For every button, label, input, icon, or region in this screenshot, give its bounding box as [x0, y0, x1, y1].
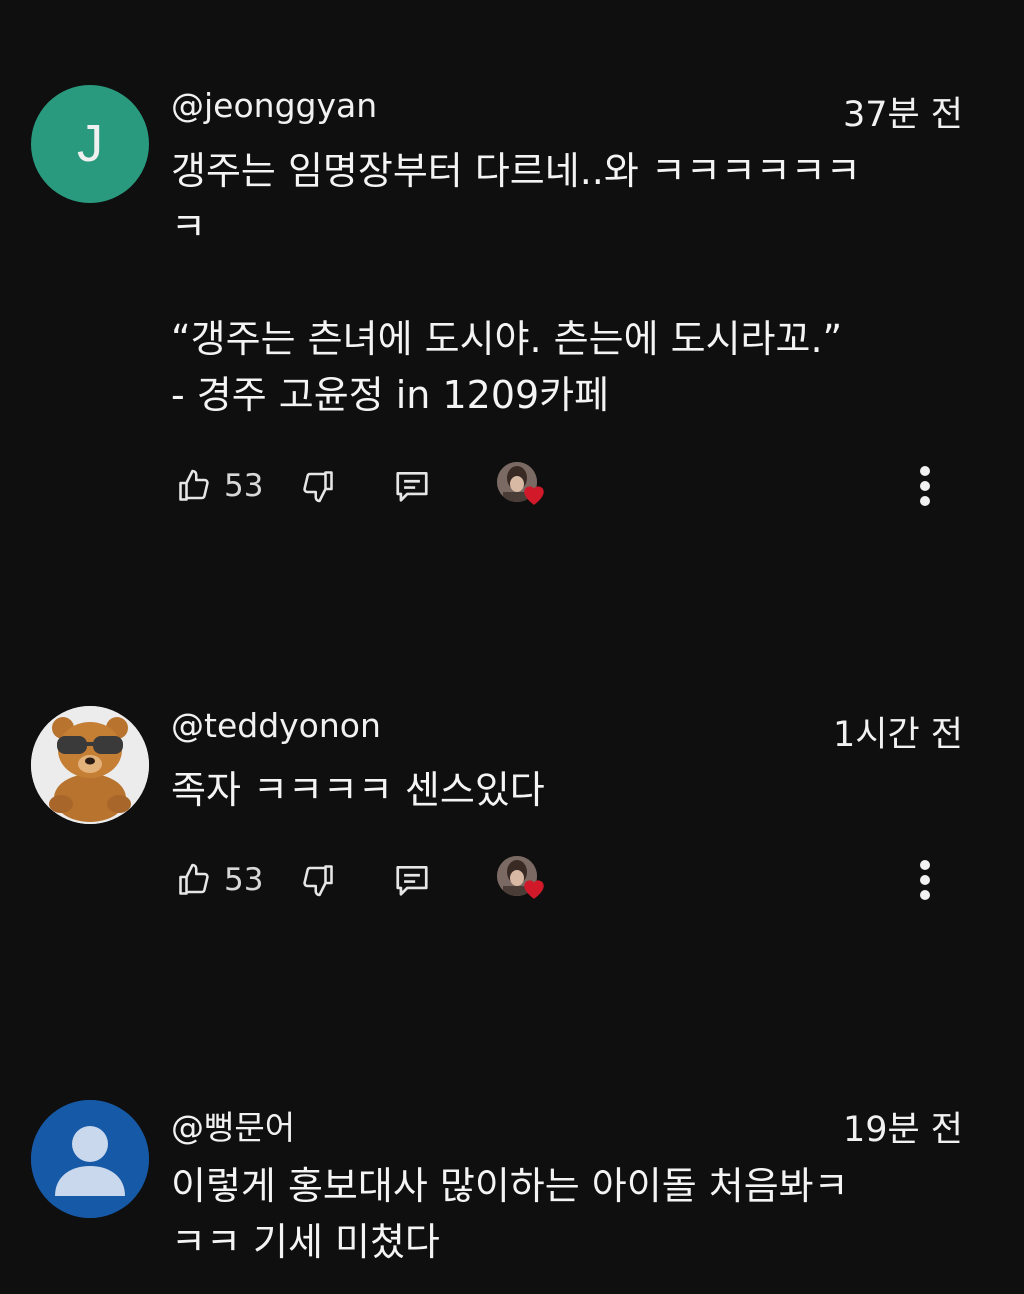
- reply-icon: [396, 865, 428, 896]
- comment-text: 갱주는 임명장부터 다르네..와 ㅋㅋㅋㅋㅋㅋ ㅋ “갱주는 츤녀에 도시야. …: [171, 143, 971, 423]
- thumb-up-icon: [179, 863, 209, 895]
- like-button[interactable]: 53: [176, 850, 263, 910]
- comment-line: 족자 ㅋㅋㅋㅋ 센스있다: [171, 768, 545, 812]
- reply-icon: [396, 471, 428, 502]
- comment-line: - 경주 고윤정 in 1209카페: [171, 373, 610, 417]
- comment-timestamp[interactable]: 1시간 전: [833, 706, 963, 757]
- avatar[interactable]: [31, 1100, 149, 1218]
- comment-timestamp[interactable]: 19분 전: [843, 1101, 963, 1152]
- more-vert-icon: [920, 860, 930, 900]
- comment-actions: 53: [171, 456, 971, 516]
- avatar[interactable]: J: [31, 85, 149, 203]
- teddy-bear-avatar-image: [31, 706, 149, 824]
- more-options-button[interactable]: [911, 850, 939, 910]
- reply-button[interactable]: [393, 850, 431, 910]
- comment-timestamp[interactable]: 37분 전: [843, 86, 963, 137]
- creator-heart[interactable]: [497, 456, 557, 516]
- thumb-down-icon: [303, 865, 333, 897]
- more-options-button[interactable]: [911, 456, 939, 516]
- comment-line: 이렇게 홍보대사 많이하는 아이돌 처음봐ㅋ: [171, 1164, 849, 1208]
- comment-actions: 53: [171, 850, 971, 910]
- thumb-up-icon: [179, 469, 209, 501]
- creator-heart-icon: [524, 880, 544, 899]
- comment-line: 갱주는 임명장부터 다르네..와 ㅋㅋㅋㅋㅋㅋ: [171, 149, 861, 193]
- like-count: 53: [224, 468, 264, 504]
- comment-text: 족자 ㅋㅋㅋㅋ 센스있다: [171, 762, 971, 818]
- comment-line: ㅋ: [171, 205, 206, 249]
- comment-author-handle[interactable]: @teddyonon: [171, 706, 381, 745]
- more-vert-icon: [920, 466, 930, 506]
- like-count: 53: [224, 862, 264, 898]
- dislike-button[interactable]: [300, 850, 336, 910]
- comment-text: 이렇게 홍보대사 많이하는 아이돌 처음봐ㅋ ㅋㅋ 기세 미쳤다: [171, 1158, 971, 1270]
- like-button[interactable]: 53: [176, 456, 263, 516]
- dislike-button[interactable]: [300, 456, 336, 516]
- creator-heart[interactable]: [497, 850, 557, 910]
- comment-author-handle[interactable]: @jeonggyan: [171, 86, 377, 125]
- default-user-icon: [31, 1100, 149, 1218]
- reply-button[interactable]: [393, 456, 431, 516]
- comment-line: “갱주는 츤녀에 도시야. 츤는에 도시라꼬.”: [171, 317, 843, 361]
- creator-heart-icon: [524, 486, 544, 505]
- comment-author-handle[interactable]: @뻥문어: [171, 1101, 295, 1149]
- thumb-down-icon: [303, 471, 333, 503]
- avatar-letter: J: [77, 115, 103, 173]
- avatar[interactable]: [31, 706, 149, 824]
- comment-line: ㅋㅋ 기세 미쳤다: [171, 1220, 440, 1264]
- comment-line: [171, 255, 971, 311]
